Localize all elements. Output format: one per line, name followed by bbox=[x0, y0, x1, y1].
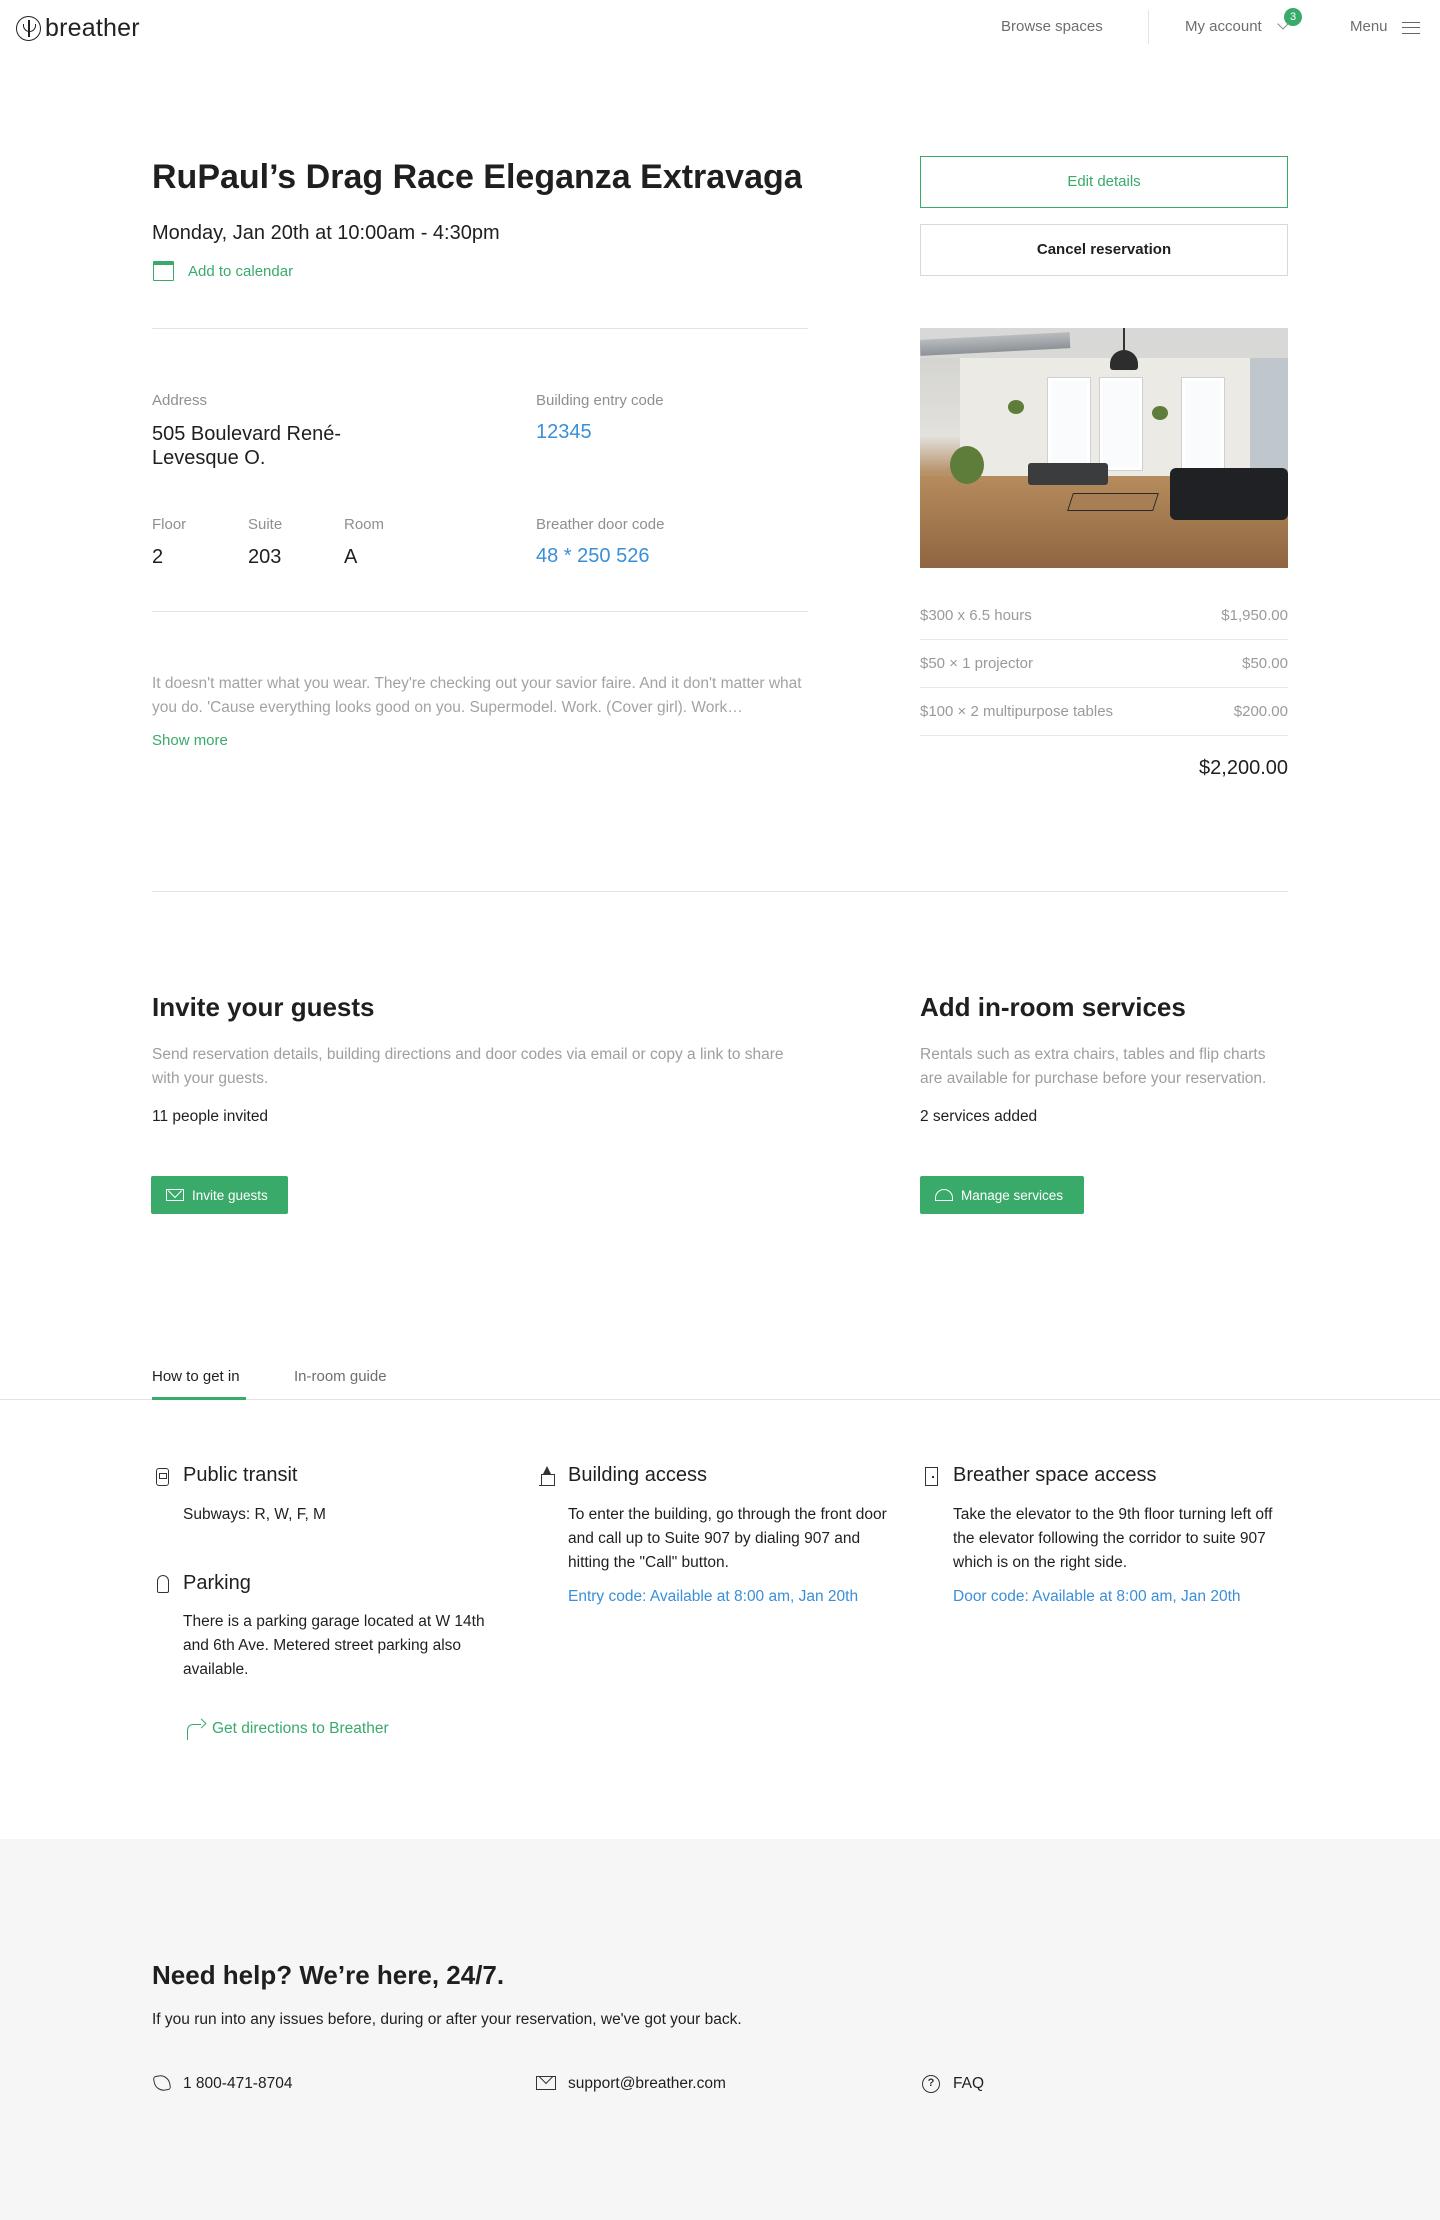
cancel-reservation-button[interactable]: Cancel reservation bbox=[920, 224, 1288, 276]
edit-details-button[interactable]: Edit details bbox=[920, 156, 1288, 208]
mail-icon bbox=[536, 2076, 556, 2090]
price-row: $50 × 1 projector $50.00 bbox=[920, 640, 1288, 688]
services-description: Rentals such as extra chairs, tables and… bbox=[920, 1046, 1267, 1087]
tab-how-to-get-in[interactable]: How to get in bbox=[152, 1368, 240, 1385]
notification-badge: 3 bbox=[1284, 8, 1302, 26]
building-entry-code-info: Entry code: Available at 8:00 am, Jan 20… bbox=[568, 1588, 859, 1605]
manage-services-label: Manage services bbox=[961, 1187, 1064, 1203]
help-title: Need help? We’re here, 24/7. bbox=[152, 1960, 505, 1990]
space-access-text: Take the elevator to the 9th floor turni… bbox=[953, 1506, 1273, 1571]
section-divider bbox=[152, 891, 1288, 892]
transit-icon bbox=[156, 1468, 169, 1486]
door-code-label: Breather door code bbox=[536, 516, 665, 533]
help-subtitle: If you run into any issues before, durin… bbox=[152, 2011, 742, 2028]
services-status: 2 services added bbox=[920, 1108, 1038, 1125]
add-to-calendar-link[interactable]: Add to calendar bbox=[188, 263, 293, 280]
door-code-info: Door code: Available at 8:00 am, Jan 20t… bbox=[953, 1588, 1241, 1605]
price-row-label: $300 x 6.5 hours bbox=[920, 607, 1032, 624]
price-row: $300 x 6.5 hours $1,950.00 bbox=[920, 592, 1288, 640]
directions-arrow-icon[interactable] bbox=[187, 1724, 201, 1740]
space-access-title: Breather space access bbox=[953, 1464, 1157, 1486]
price-row-amount: $50.00 bbox=[1242, 655, 1288, 672]
invite-description: Send reservation details, building direc… bbox=[152, 1046, 784, 1087]
door-icon bbox=[925, 1467, 938, 1486]
reservation-title: RuPaul’s Drag Race Eleganza Extravaganz… bbox=[152, 158, 802, 196]
entry-code-value: 12345 bbox=[536, 421, 592, 443]
door-code-value: 48 * 250 526 bbox=[536, 545, 650, 567]
calendar-icon[interactable] bbox=[153, 261, 174, 281]
hamburger-menu-icon[interactable] bbox=[1402, 22, 1420, 34]
address-label: Address bbox=[152, 392, 208, 409]
room-label: Room bbox=[344, 516, 385, 533]
invite-title: Invite your guests bbox=[152, 992, 375, 1022]
space-photo bbox=[920, 328, 1288, 568]
divider bbox=[152, 328, 808, 329]
active-tab-indicator bbox=[152, 1397, 246, 1400]
invite-status: 11 people invited bbox=[152, 1108, 269, 1125]
nav-menu[interactable]: Menu bbox=[1350, 18, 1388, 35]
suite-value: 203 bbox=[248, 546, 282, 568]
brand-name: breather bbox=[45, 14, 140, 42]
show-more-link[interactable]: Show more bbox=[152, 732, 228, 749]
entry-code-label: Building entry code bbox=[536, 392, 664, 409]
address-value: 505 Boulevard René-Levesque O. bbox=[152, 423, 342, 469]
parking-title: Parking bbox=[183, 1572, 251, 1594]
breather-logo-icon bbox=[16, 16, 41, 41]
building-access-title: Building access bbox=[568, 1464, 707, 1486]
price-row: $100 × 2 multipurpose tables $200.00 bbox=[920, 688, 1288, 736]
invite-guests-label: Invite guests bbox=[192, 1187, 268, 1203]
manage-services-button[interactable]: Manage services bbox=[920, 1176, 1084, 1214]
building-icon bbox=[539, 1466, 555, 1486]
building-access-text: To enter the building, go through the fr… bbox=[568, 1506, 887, 1571]
question-mark-icon: ? bbox=[922, 2075, 940, 2093]
help-email[interactable]: support@breather.com bbox=[568, 2075, 726, 2093]
parking-text: There is a parking garage located at W 1… bbox=[183, 1613, 485, 1678]
divider bbox=[152, 611, 808, 612]
help-faq[interactable]: FAQ bbox=[953, 2075, 984, 2093]
price-row-amount: $1,950.00 bbox=[1221, 607, 1288, 624]
invite-guests-button[interactable]: Invite guests bbox=[151, 1176, 288, 1214]
nav-divider bbox=[1148, 10, 1149, 44]
nav-browse-spaces[interactable]: Browse spaces bbox=[1001, 18, 1103, 35]
price-row-label: $50 × 1 projector bbox=[920, 655, 1033, 672]
services-title: Add in-room services bbox=[920, 992, 1186, 1022]
price-total: $2,200.00 bbox=[1199, 757, 1288, 779]
parking-icon bbox=[157, 1575, 169, 1593]
brand-logo[interactable]: breather bbox=[16, 14, 140, 43]
reservation-description: It doesn't matter what you wear. They're… bbox=[152, 675, 802, 716]
public-transit-text: Subways: R, W, F, M bbox=[183, 1506, 326, 1523]
reservation-datetime: Monday, Jan 20th at 10:00am - 4:30pm bbox=[152, 222, 500, 244]
cloche-icon bbox=[935, 1189, 953, 1201]
floor-label: Floor bbox=[152, 516, 187, 533]
get-directions-link[interactable]: Get directions to Breather bbox=[212, 1720, 389, 1738]
envelope-icon bbox=[166, 1189, 184, 1201]
help-phone[interactable]: 1 800-471-8704 bbox=[183, 2075, 292, 2093]
nav-my-account[interactable]: My account bbox=[1185, 18, 1262, 35]
price-row-label: $100 × 2 multipurpose tables bbox=[920, 703, 1114, 720]
floor-value: 2 bbox=[152, 546, 164, 568]
public-transit-title: Public transit bbox=[183, 1464, 298, 1486]
price-row-amount: $200.00 bbox=[1233, 703, 1288, 720]
tab-in-room-guide[interactable]: In-room guide bbox=[294, 1368, 387, 1385]
room-value: A bbox=[344, 546, 358, 568]
help-section bbox=[0, 1839, 1440, 2220]
suite-label: Suite bbox=[248, 516, 283, 533]
